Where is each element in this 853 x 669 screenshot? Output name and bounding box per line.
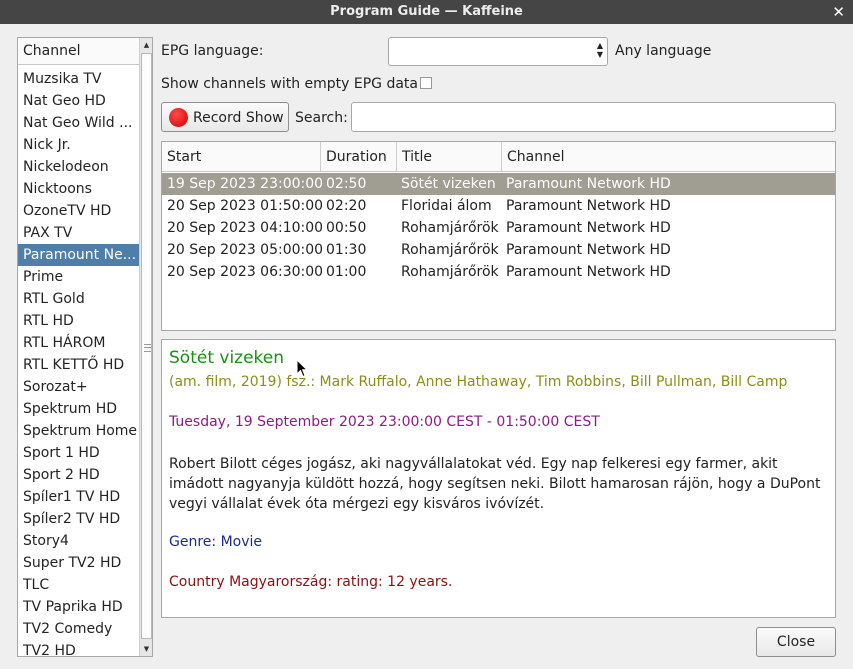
channel-item[interactable]: RTL HD — [18, 310, 139, 332]
start-cell: 20 Sep 2023 01:50:00 — [167, 198, 322, 214]
column-channel[interactable]: Channel — [502, 142, 835, 171]
title-cell: Rohamjárőrök — [401, 220, 499, 236]
table-row[interactable]: 19 Sep 2023 23:00:00 02:50 Sötét vizeken Pa… — [162, 173, 835, 195]
channel-item[interactable]: RTL HÁROM — [18, 332, 139, 354]
show-empty-label: Show channels with empty EPG data — [161, 76, 419, 92]
search-input[interactable] — [351, 102, 836, 132]
title-cell: Rohamjárőrök — [401, 242, 499, 258]
column-title[interactable]: Title — [397, 142, 502, 171]
details-country: Country Magyarország: rating: 12 years. — [169, 574, 453, 590]
channel-list-panel: Channel Muzsika TV Nat Geo HD Nat Geo Wild… — [17, 37, 153, 657]
start-cell: 20 Sep 2023 05:00:00 — [167, 242, 322, 258]
duration-cell: 01:00 — [326, 264, 367, 280]
channel-item[interactable]: Sorozat+ — [18, 376, 139, 398]
duration-cell: 02:20 — [326, 198, 367, 214]
channel-list: Muzsika TV Nat Geo HD Nat Geo Wild ... Nick… — [18, 68, 139, 656]
title-bar: Program Guide — Kaffeine ✕ — [0, 0, 853, 24]
start-cell: 19 Sep 2023 23:00:00 — [167, 176, 322, 192]
details-subtitle: (am. film, 2019) fsz.: Mark Ruffalo, Ann… — [169, 374, 788, 390]
channel-item[interactable]: Super TV2 HD — [18, 552, 139, 574]
channel-item[interactable]: Nickelodeon — [18, 156, 139, 178]
details-time: Tuesday, 19 September 2023 23:00:00 CEST… — [169, 414, 600, 430]
channel-item[interactable]: RTL KETTŐ HD — [18, 354, 139, 376]
epg-table: Start Duration Title Channel 19 Sep 2023… — [161, 141, 836, 331]
channel-cell: Paramount Network HD — [506, 242, 671, 258]
channel-item[interactable]: Spíler2 TV HD — [18, 508, 139, 530]
start-cell: 20 Sep 2023 06:30:00 — [167, 264, 322, 280]
channel-cell: Paramount Network HD — [506, 176, 671, 192]
duration-cell: 01:30 — [326, 242, 367, 258]
channel-cell: Paramount Network HD — [506, 264, 671, 280]
duration-cell: 00:50 — [326, 220, 367, 236]
table-row[interactable]: 20 Sep 2023 06:30:00 01:00 Rohamjárőrök Par… — [162, 261, 835, 283]
start-cell: 20 Sep 2023 04:10:00 — [167, 220, 322, 236]
details-genre: Genre: Movie — [169, 534, 262, 550]
title-cell: Sötét vizeken — [401, 176, 496, 192]
record-icon — [169, 108, 188, 127]
channel-item[interactable]: Story4 — [18, 530, 139, 552]
table-header: Start Duration Title Channel — [162, 142, 835, 172]
epg-language-label: EPG language: — [161, 43, 264, 59]
show-empty-checkbox[interactable] — [420, 77, 432, 89]
channel-item[interactable]: Nat Geo Wild ... — [18, 112, 139, 134]
epg-language-select[interactable]: ▲ ▼ — [388, 37, 608, 66]
channel-item[interactable]: TV2 HD — [18, 640, 139, 656]
channel-item[interactable]: TLC — [18, 574, 139, 596]
channel-item[interactable]: Spektrum Home — [18, 420, 139, 442]
column-start[interactable]: Start — [162, 142, 321, 171]
column-duration[interactable]: Duration — [321, 142, 397, 171]
scroll-thumb[interactable] — [141, 53, 152, 639]
scroll-down-icon[interactable]: ▼ — [140, 642, 152, 656]
program-details: Sötét vizeken (am. film, 2019) fsz.: Mar… — [161, 339, 836, 618]
close-button[interactable]: Close — [756, 627, 836, 657]
updown-icon: ▲ ▼ — [596, 41, 603, 59]
table-row[interactable]: 20 Sep 2023 01:50:00 02:20 Floridai álom Pa… — [162, 195, 835, 217]
channel-cell: Paramount Network HD — [506, 198, 671, 214]
channel-item[interactable]: Paramount Ne... — [18, 244, 139, 266]
mouse-cursor-icon — [296, 359, 308, 378]
details-title: Sötét vizeken — [169, 348, 285, 368]
channel-item[interactable]: PAX TV — [18, 222, 139, 244]
window-close-icon[interactable]: ✕ — [832, 0, 845, 24]
channel-item[interactable]: Sport 1 HD — [18, 442, 139, 464]
channel-item[interactable]: TV Paprika HD — [18, 596, 139, 618]
channel-column-header[interactable]: Channel — [18, 38, 139, 65]
channel-scrollbar[interactable]: ▲ ▼ — [139, 38, 152, 656]
channel-item[interactable]: Muzsika TV — [18, 68, 139, 90]
channel-item[interactable]: Spektrum HD — [18, 398, 139, 420]
channel-item[interactable]: Prime — [18, 266, 139, 288]
channel-item[interactable]: Sport 2 HD — [18, 464, 139, 486]
duration-cell: 02:50 — [326, 176, 367, 192]
channel-item[interactable]: OzoneTV HD — [18, 200, 139, 222]
channel-item[interactable]: Spíler1 TV HD — [18, 486, 139, 508]
table-row[interactable]: 20 Sep 2023 04:10:00 00:50 Rohamjárőrök Par… — [162, 217, 835, 239]
title-cell: Rohamjárőrök — [401, 264, 499, 280]
window-title: Program Guide — Kaffeine — [330, 4, 523, 19]
scroll-grip-icon — [144, 344, 151, 352]
record-show-label: Record Show — [193, 110, 284, 126]
table-row[interactable]: 20 Sep 2023 05:00:00 01:30 Rohamjárőrök Par… — [162, 239, 835, 261]
channel-item[interactable]: TV2 Comedy — [18, 618, 139, 640]
channel-cell: Paramount Network HD — [506, 220, 671, 236]
channel-item[interactable]: Nicktoons — [18, 178, 139, 200]
details-description: Robert Bilott céges jogász, aki nagyváll… — [169, 456, 821, 512]
channel-item[interactable]: Nat Geo HD — [18, 90, 139, 112]
record-show-button[interactable]: Record Show — [161, 102, 289, 132]
any-language-label[interactable]: Any language — [615, 41, 711, 61]
channel-item[interactable]: RTL Gold — [18, 288, 139, 310]
search-label: Search: — [295, 110, 348, 126]
scroll-up-icon[interactable]: ▲ — [140, 38, 152, 52]
channel-item[interactable]: Nick Jr. — [18, 134, 139, 156]
title-cell: Floridai álom — [401, 198, 492, 214]
